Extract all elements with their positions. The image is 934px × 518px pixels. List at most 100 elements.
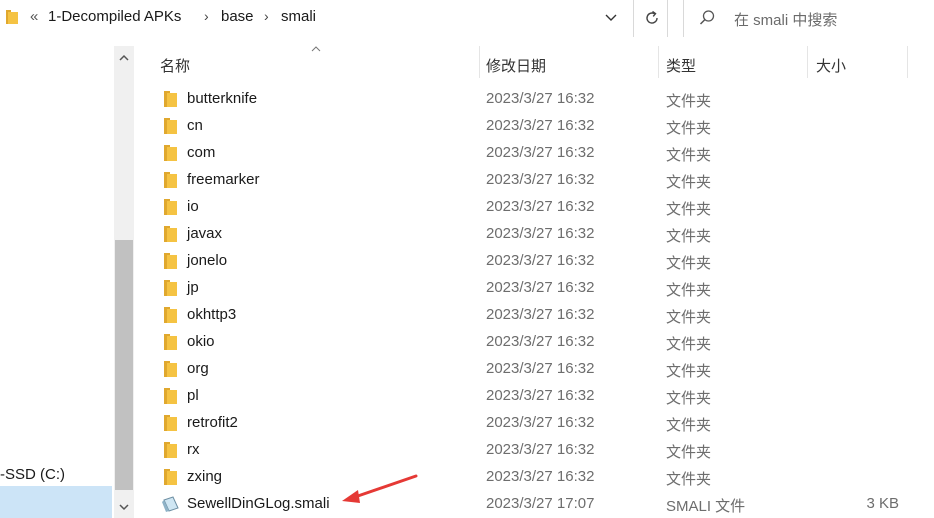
search-icon (699, 10, 715, 25)
file-name: butterknife (187, 90, 258, 107)
file-name: okhttp3 (187, 306, 237, 323)
folder-icon (164, 361, 177, 377)
file-date: 2023/3/27 16:32 (486, 90, 595, 107)
file-type: 文件夹 (666, 120, 712, 137)
file-date: 2023/3/27 16:32 (486, 441, 595, 458)
red-arrow-icon (342, 474, 418, 503)
breadcrumb-item[interactable]: smali (281, 8, 316, 25)
file-type: 文件夹 (666, 255, 712, 272)
file-row[interactable]: rx 2023/3/27 16:32 文件夹 (134, 437, 934, 464)
file-date: 2023/3/27 17:07 (486, 495, 595, 512)
file-date: 2023/3/27 16:32 (486, 468, 595, 485)
file-type: 文件夹 (666, 417, 712, 434)
file-type: 文件夹 (666, 147, 712, 164)
scroll-down-arrow-icon[interactable] (118, 501, 130, 513)
file-row[interactable]: cn 2023/3/27 16:32 文件夹 (134, 113, 934, 140)
folder-icon (164, 388, 177, 404)
file-name: io (187, 198, 199, 215)
file-name: cn (187, 117, 203, 134)
file-name: SewellDinGLog.smali (187, 495, 330, 512)
column-header-date[interactable]: 修改日期 (486, 55, 546, 76)
folder-icon (164, 253, 177, 269)
breadcrumb-item[interactable]: 1-Decompiled APKs (48, 8, 181, 25)
file-date: 2023/3/27 16:32 (486, 306, 595, 323)
file-date: 2023/3/27 16:32 (486, 225, 595, 242)
column-divider[interactable] (479, 46, 480, 78)
file-row[interactable]: freemarker 2023/3/27 16:32 文件夹 (134, 167, 934, 194)
search-box[interactable]: 在 smali 中搜索 (683, 0, 934, 37)
address-bar[interactable]: « 1-Decompiled APKs › base › smali (0, 0, 634, 37)
file-date: 2023/3/27 16:32 (486, 387, 595, 404)
smali-file-icon (162, 496, 179, 512)
file-row[interactable]: pl 2023/3/27 16:32 文件夹 (134, 383, 934, 410)
file-name: com (187, 144, 216, 161)
folder-icon (164, 226, 177, 242)
nav-item-selected[interactable] (0, 486, 112, 518)
breadcrumb-separator-icon[interactable]: › (264, 8, 269, 24)
column-header-size[interactable]: 大小 (816, 55, 846, 76)
scroll-up-arrow-icon[interactable] (118, 52, 130, 64)
refresh-button[interactable] (636, 0, 668, 37)
file-row[interactable]: io 2023/3/27 16:32 文件夹 (134, 194, 934, 221)
file-row[interactable]: SewellDinGLog.smali 2023/3/27 17:07 SMALI … (134, 491, 934, 518)
scrollbar-thumb[interactable] (115, 240, 133, 490)
file-row[interactable]: jonelo 2023/3/27 16:32 文件夹 (134, 248, 934, 275)
file-row[interactable]: jp 2023/3/27 16:32 文件夹 (134, 275, 934, 302)
file-row[interactable]: org 2023/3/27 16:32 文件夹 (134, 356, 934, 383)
file-row[interactable]: retrofit2 2023/3/27 16:32 文件夹 (134, 410, 934, 437)
file-name: zxing (187, 468, 223, 485)
file-type: 文件夹 (666, 336, 712, 353)
file-row[interactable]: okio 2023/3/27 16:32 文件夹 (134, 329, 934, 356)
column-divider[interactable] (807, 46, 808, 78)
file-name: okio (187, 333, 215, 350)
overflow-chevron-icon[interactable]: « (30, 8, 38, 25)
file-type: 文件夹 (666, 309, 712, 326)
file-type: 文件夹 (666, 282, 712, 299)
folder-icon (164, 442, 177, 458)
folder-icon (164, 172, 177, 188)
file-date: 2023/3/27 16:32 (486, 333, 595, 350)
file-type: 文件夹 (666, 390, 712, 407)
file-name: org (187, 360, 209, 377)
column-header-type[interactable]: 类型 (666, 55, 696, 76)
folder-icon (164, 118, 177, 134)
folder-icon (164, 280, 177, 296)
file-type: 文件夹 (666, 93, 712, 110)
folder-icon (164, 469, 177, 485)
breadcrumb-item[interactable]: base (221, 8, 254, 25)
nav-item-drive-c[interactable]: -SSD (C:) (0, 464, 112, 488)
file-date: 2023/3/27 16:32 (486, 279, 595, 296)
breadcrumb-separator-icon[interactable]: › (204, 8, 209, 24)
folder-icon (6, 10, 18, 24)
file-row[interactable]: zxing 2023/3/27 16:32 文件夹 (134, 464, 934, 491)
file-row[interactable]: okhttp3 2023/3/27 16:32 文件夹 (134, 302, 934, 329)
column-divider[interactable] (907, 46, 908, 78)
file-name: freemarker (187, 171, 260, 188)
file-date: 2023/3/27 16:32 (486, 252, 595, 269)
file-type: 文件夹 (666, 363, 712, 380)
nav-scrollbar[interactable] (114, 46, 134, 518)
column-divider[interactable] (658, 46, 659, 78)
file-name: jp (187, 279, 199, 296)
file-row[interactable]: butterknife 2023/3/27 16:32 文件夹 (134, 86, 934, 113)
file-date: 2023/3/27 16:32 (486, 144, 595, 161)
search-placeholder: 在 smali 中搜索 (734, 12, 838, 29)
file-type: 文件夹 (666, 201, 712, 218)
sort-ascending-icon (311, 46, 321, 52)
file-date: 2023/3/27 16:32 (486, 360, 595, 377)
file-name: rx (187, 441, 200, 458)
folder-icon (164, 415, 177, 431)
column-header-name[interactable]: 名称 (160, 55, 190, 76)
file-row[interactable]: com 2023/3/27 16:32 文件夹 (134, 140, 934, 167)
file-row[interactable]: javax 2023/3/27 16:32 文件夹 (134, 221, 934, 248)
file-type: 文件夹 (666, 174, 712, 191)
navigation-pane: -SSD (C:) (0, 46, 134, 518)
file-date: 2023/3/27 16:32 (486, 117, 595, 134)
folder-icon (164, 307, 177, 323)
top-bar: « 1-Decompiled APKs › base › smali 在 sma… (0, 0, 934, 37)
chevron-down-icon[interactable] (603, 8, 619, 28)
file-type: 文件夹 (666, 471, 712, 488)
file-date: 2023/3/27 16:32 (486, 414, 595, 431)
folder-icon (164, 91, 177, 107)
file-name: javax (187, 225, 223, 242)
